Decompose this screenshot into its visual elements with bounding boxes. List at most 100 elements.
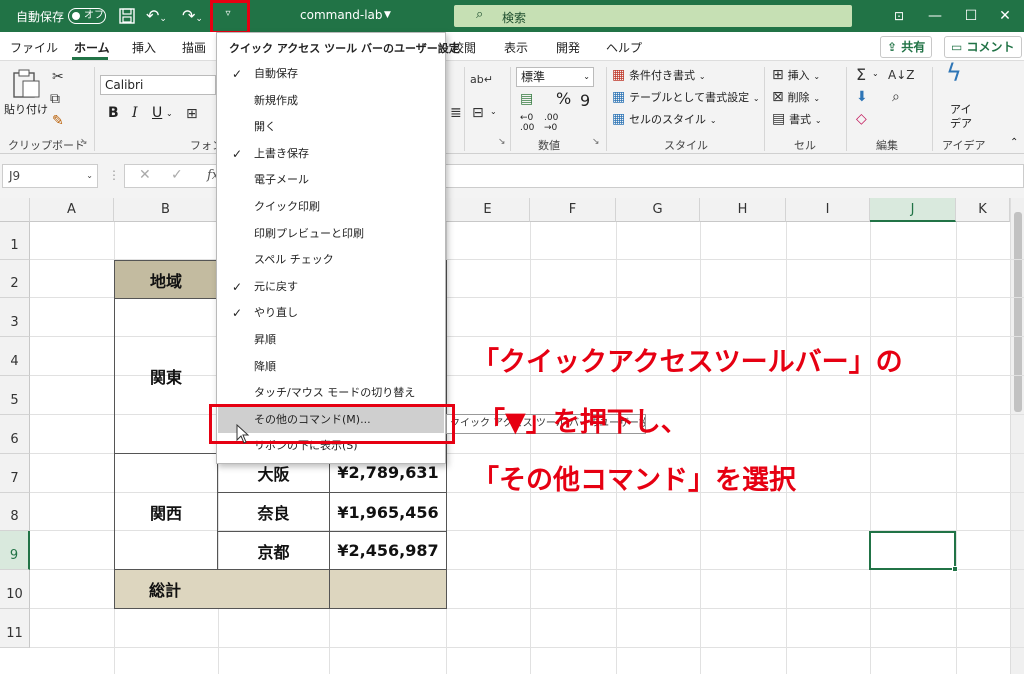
column-header-g[interactable]: G [616, 198, 700, 222]
font-name-combo[interactable]: Calibri [100, 75, 216, 95]
tab-insert[interactable]: 挿入 [132, 39, 156, 56]
menu-item-0[interactable]: ✓ 自動保存 [218, 61, 444, 87]
redo-icon[interactable]: ↷⌄ [182, 6, 212, 26]
column-header-e[interactable]: E [446, 198, 530, 222]
search-box[interactable]: ⌕ 検索 [454, 5, 852, 27]
menu-item-10[interactable]: 昇順 [218, 327, 444, 353]
underline-dropdown-icon[interactable]: ⌄ [166, 109, 173, 118]
active-cell-j9[interactable] [869, 531, 958, 572]
kansai-cell[interactable]: 関西 [114, 453, 218, 570]
tab-view[interactable]: 表示 [504, 39, 528, 56]
merge-center-icon[interactable]: ⊟ [472, 105, 484, 121]
vertical-scrollbar[interactable] [1010, 198, 1024, 674]
row-header-3[interactable]: 3 [0, 298, 30, 337]
number-format-combo[interactable]: 標準 ⌄ [516, 67, 594, 87]
clipboard-launcher-icon[interactable]: ↘ [80, 137, 88, 147]
menu-item-12[interactable]: タッチ/マウス モードの切り替え [218, 380, 444, 406]
column-header-k[interactable]: K [956, 198, 1010, 222]
menu-item-2[interactable]: 開く [218, 114, 444, 140]
nara-cell[interactable]: 奈良 [217, 492, 330, 532]
clear-icon[interactable]: ◇ [856, 111, 867, 127]
tab-help[interactable]: ヘルプ [606, 39, 642, 56]
close-icon[interactable]: ✕ [990, 5, 1020, 27]
increase-decimal-icon[interactable]: ←0.00 [520, 113, 534, 133]
total-value-cell[interactable] [329, 569, 447, 609]
autosave-toggle[interactable]: オフ [68, 8, 106, 24]
total-label-cell[interactable]: 総計 [114, 569, 330, 609]
menu-item-5[interactable]: クイック印刷 [218, 194, 444, 220]
column-header-a[interactable]: A [30, 198, 114, 222]
column-header-i[interactable]: I [786, 198, 870, 222]
menu-item-11[interactable]: 降順 [218, 354, 444, 380]
number-launcher-icon[interactable]: ↘ [592, 137, 600, 147]
title-chevron-icon[interactable]: ▼ [384, 10, 391, 20]
header-region-cell[interactable]: 地域 [114, 260, 218, 299]
kyoto-value-cell[interactable]: ¥2,456,987 [329, 531, 447, 570]
align-right-icon[interactable]: ≣ [450, 105, 462, 121]
confirm-entry-icon[interactable]: ✓ [171, 167, 183, 183]
merge-dropdown-icon[interactable]: ⌄ [490, 107, 497, 116]
borders-icon[interactable]: ⊞ [186, 106, 198, 122]
row-header-9[interactable]: 9 [0, 531, 30, 570]
menu-item-7[interactable]: スペル チェック [218, 247, 444, 273]
row-header-5[interactable]: 5 [0, 376, 30, 415]
autosum-chevron-icon[interactable]: ⌄ [872, 69, 879, 78]
column-header-h[interactable]: H [700, 198, 786, 222]
wrap-text-icon[interactable]: ab↵ [470, 73, 493, 86]
ideas-label-line2[interactable]: デア [950, 115, 972, 131]
format-cells-button[interactable]: ▤ 書式 ⌄ [772, 111, 822, 127]
row-header-1[interactable]: 1 [0, 222, 30, 260]
cell-styles-button[interactable]: ▦ セルのスタイル ⌄ [612, 111, 717, 129]
share-button[interactable]: ⇪ 共有 [880, 36, 933, 58]
menu-item-1[interactable]: 新規作成 [218, 88, 444, 114]
collapse-ribbon-icon[interactable]: ⌃ [1010, 137, 1018, 148]
find-select-icon[interactable]: ⌕ [892, 89, 900, 105]
sort-filter-icon[interactable]: A↓Z [888, 67, 914, 83]
nara-value-cell[interactable]: ¥1,965,456 [329, 492, 447, 532]
save-icon[interactable] [118, 7, 136, 25]
tab-draw[interactable]: 描画 [182, 39, 206, 56]
column-header-b[interactable]: B [114, 198, 218, 222]
row-header-11[interactable]: 11 [0, 609, 30, 648]
format-painter-icon[interactable]: ✎ [52, 113, 64, 129]
tab-developer[interactable]: 開発 [556, 39, 580, 56]
undo-icon[interactable]: ↶⌄ [146, 6, 176, 26]
kanto-cell[interactable]: 関東 [114, 298, 218, 454]
format-as-table-button[interactable]: ▦ テーブルとして書式設定 ⌄ [612, 89, 760, 107]
alignment-launcher-icon[interactable]: ↘ [498, 137, 506, 147]
tab-home[interactable]: ホーム [74, 39, 110, 56]
italic-icon[interactable]: I [132, 105, 138, 121]
cut-icon[interactable]: ✂ [52, 69, 64, 85]
autosum-icon[interactable]: Σ [856, 67, 866, 83]
menu-item-4[interactable]: 電子メール [218, 167, 444, 193]
comma-icon[interactable]: 9 [580, 91, 590, 110]
name-box[interactable]: J9 ⌄ [2, 164, 98, 188]
row-header-7[interactable]: 7 [0, 454, 30, 493]
comment-button[interactable]: ▭ コメント [944, 36, 1022, 58]
delete-cells-button[interactable]: ⊠ 削除 ⌄ [772, 89, 820, 105]
underline-icon[interactable]: U [152, 105, 162, 121]
copy-icon[interactable]: ⧉ [50, 91, 60, 107]
menu-item-3[interactable]: ✓ 上書き保存 [218, 141, 444, 167]
paste-label[interactable]: 貼り付け [4, 101, 48, 117]
conditional-format-button[interactable]: ▦ 条件付き書式 ⌄ [612, 67, 706, 85]
currency-icon[interactable]: ▤ [520, 91, 533, 107]
ribbon-display-icon[interactable]: ⊡ [884, 5, 914, 27]
menu-item-8[interactable]: ✓ 元に戻す [218, 274, 444, 300]
minimize-icon[interactable]: — [920, 5, 950, 27]
percent-icon[interactable]: % [556, 89, 571, 108]
ideas-icon[interactable]: ϟ [946, 61, 962, 85]
cancel-entry-icon[interactable]: ✕ [139, 167, 151, 183]
paste-icon[interactable] [8, 69, 42, 99]
tab-file[interactable]: ファイル [10, 39, 58, 56]
row-header-4[interactable]: 4 [0, 337, 30, 376]
decrease-decimal-icon[interactable]: .00 →0 [544, 113, 558, 133]
row-header-6[interactable]: 6 [0, 415, 30, 454]
row-header-8[interactable]: 8 [0, 493, 30, 531]
bold-icon[interactable]: B [108, 105, 119, 121]
fill-icon[interactable]: ⬇ [856, 89, 868, 105]
menu-item-9[interactable]: ✓ やり直し [218, 300, 444, 326]
kyoto-cell[interactable]: 京都 [217, 531, 330, 570]
column-header-f[interactable]: F [530, 198, 616, 222]
menu-item-6[interactable]: 印刷プレビューと印刷 [218, 221, 444, 247]
